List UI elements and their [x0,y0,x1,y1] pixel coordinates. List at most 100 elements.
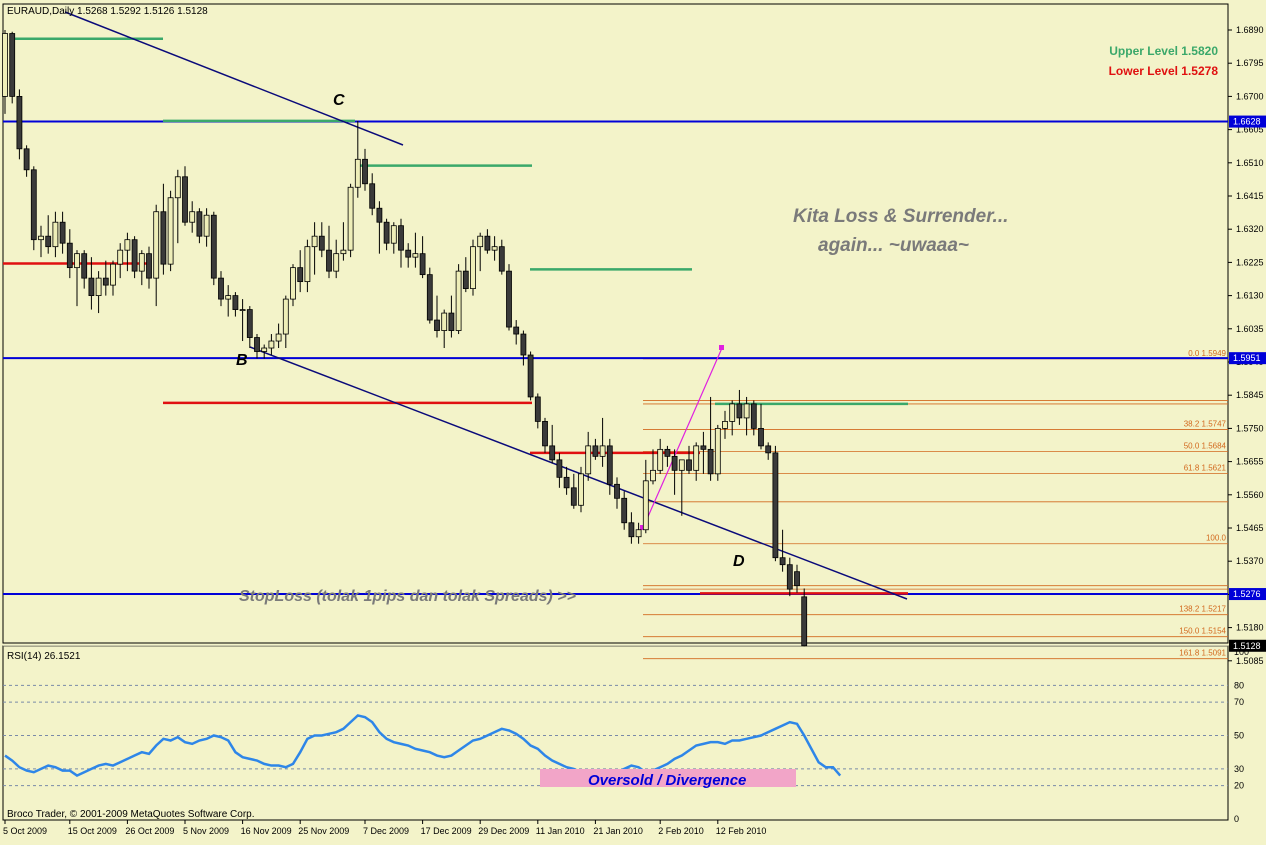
candle-bull [174,176,181,199]
candle-bull [585,445,592,475]
candle-bear [462,270,469,290]
candle-bear [398,225,404,251]
candle-bear [527,354,534,398]
chart-window: 0.0 1.5949 38.2 1.5747 50.0 1.5684 61.8 1.5… [0,0,1266,840]
rsi-series: 10080705030200 [3,647,1249,824]
candle-bull [354,158,361,188]
candle-bull [657,448,664,471]
candle-bull [124,239,131,251]
candle-bull [304,246,311,283]
candle-bear [419,253,426,276]
candle-bear [671,455,678,471]
lower-level-label: Lower Level 1.5278 [1109,64,1219,78]
y-tick-label: 1.5465 [1236,523,1264,533]
y-tick-label: 1.5180 [1236,623,1264,633]
candle-bull [275,333,282,342]
y-tick-label: 1.6415 [1236,191,1264,201]
candle-bull [225,295,232,300]
candle-bull [290,267,296,300]
main-panel-border [2,3,1229,644]
candle-bear [16,96,23,150]
candle-bear [160,211,167,265]
candle-bull [52,221,59,248]
candle-bull [578,473,584,506]
point-label-d: D [733,553,745,570]
candle-bull [282,298,289,335]
candle-bull [38,235,44,241]
x-tick-label: 25 Nov 2009 [298,826,349,836]
comment-line-2: again... ~uwaaa~ [818,235,969,256]
candle-bear [736,403,743,419]
candle-bear [131,239,138,272]
candle-bull [678,459,685,471]
candle-bear [318,235,325,251]
x-tick-label: 26 Oct 2009 [125,826,174,836]
candle-bear [484,235,491,251]
x-tick-label: 11 Jan 2010 [536,826,585,836]
candle-bear [506,270,512,328]
candle-bear [196,211,203,237]
y-tick-label: 1.6700 [1236,91,1264,101]
fib-label: 150.0 1.5154 [1179,627,1226,636]
fib-anchor-high [719,345,724,350]
candle-bull [714,427,721,475]
candle-bull [167,197,174,265]
candle-bull [117,249,124,265]
candle-bear [628,522,635,538]
candle-bear [621,497,628,524]
rsi-header: RSI(14) 26.1521 [7,651,81,662]
stoploss-label: StopLoss (tolak 1pips dan tolak Spreads)… [239,588,576,605]
y-tick-label: 1.6035 [1236,324,1264,334]
y-tick-label: 1.6320 [1236,224,1264,234]
fib-label: 0.0 1.5949 [1188,349,1226,358]
candle-bull [311,235,318,248]
candle-bull [412,253,419,258]
candle-bear [549,445,556,461]
candle-bear [246,309,253,338]
x-tick-label: 12 Feb 2010 [716,826,767,836]
candle-bear [182,176,188,223]
candle-bear [88,277,95,296]
oversold-divergence-label: Oversold / Divergence [588,772,746,789]
candle-bear [434,319,440,331]
candle-bear [686,459,692,471]
fib-label: 38.2 1.5747 [1184,419,1227,428]
candle-bear [801,596,808,647]
y-tick-label: 1.5560 [1236,490,1264,500]
rsi-tick-label: 0 [1234,814,1239,824]
candle-bear [254,337,260,352]
rsi-tick-label: 80 [1234,680,1244,690]
candle-bull [390,225,397,244]
candle-bull [203,214,210,237]
trendlines [64,11,908,600]
candle-bull [153,211,160,279]
point-label-b: B [236,352,248,369]
candle-bull [268,340,275,349]
candle-bull [347,186,354,251]
candle-bear [23,148,30,171]
candle-bear [232,295,239,310]
y-tick-label: 1.5655 [1236,457,1264,467]
candle-bear [66,242,73,269]
candle-bear [210,214,217,279]
candle-bear [426,274,433,321]
candle-bear [405,249,412,258]
horizontal-levels [3,37,1228,647]
x-tick-label: 29 Dec 2009 [478,826,529,836]
candle-bear [570,487,577,506]
upper-level-label: Upper Level 1.5820 [1109,44,1218,58]
x-tick-label: 17 Dec 2009 [421,826,472,836]
candle-bear [297,267,304,283]
candle-bull [189,211,196,223]
candle-bear [707,448,714,475]
fib-label: 138.2 1.5217 [1179,605,1226,614]
candle-bear [218,277,224,300]
candle-bull [2,33,8,97]
candle-bear [794,571,800,587]
rsi-line [4,714,842,778]
candle-bear [563,476,570,489]
candle-bear [534,396,541,422]
candle-bull [599,445,606,457]
candle-bear [765,445,772,454]
candle-bear [45,235,52,248]
